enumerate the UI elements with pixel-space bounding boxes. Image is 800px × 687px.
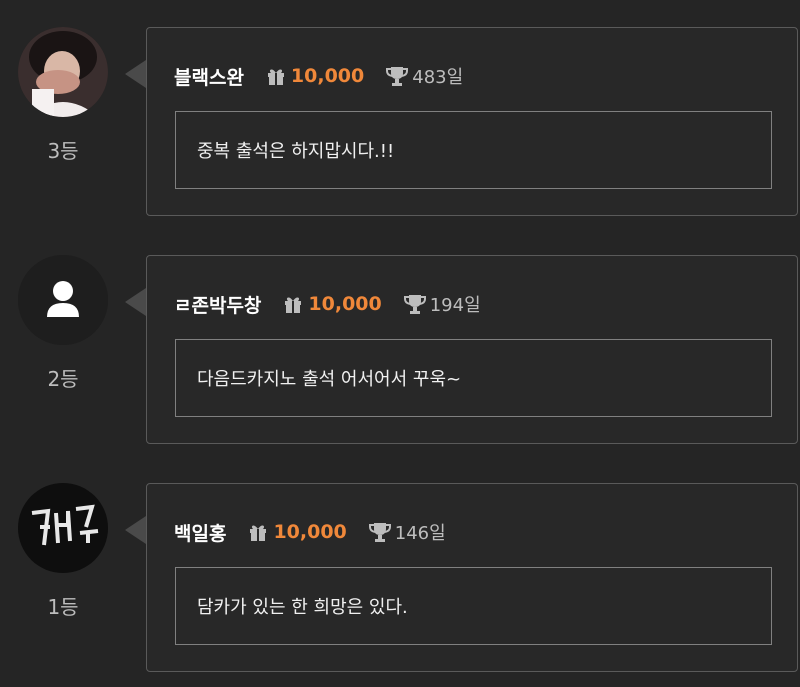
nickname[interactable]: 블랙스완: [174, 63, 244, 90]
nickname[interactable]: ㄹ존박두창: [174, 291, 261, 318]
attendance-entry: 3등 블랙스완 10,000 483일 중복 출석은 하지맙시다.!!: [0, 27, 800, 219]
message-box: 다음드카지노 출석 어서어서 꾸욱~: [175, 339, 772, 417]
entry-meta: 블랙스완 10,000 483일: [174, 62, 463, 90]
avatar-photo: [18, 27, 108, 117]
rank-label: 1등: [47, 595, 79, 619]
attendance-entry: 1등 백일홍 10,000 146일 담카가 있는 한 희망은 있다.: [0, 483, 800, 675]
trophy-icon: [386, 67, 409, 86]
message-text: 다음드카지노 출석 어서어서 꾸욱~: [197, 369, 462, 390]
attendance-card: 백일홍 10,000 146일 담카가 있는 한 희망은 있다.: [146, 483, 798, 672]
user-silhouette-icon: [18, 255, 108, 345]
avatar[interactable]: [18, 483, 108, 573]
gift-icon: [250, 525, 267, 541]
card-pointer: [125, 288, 146, 316]
points-value: 10,000: [308, 293, 382, 315]
trophy-icon: [403, 295, 426, 314]
rank-label: 2등: [47, 367, 79, 391]
points-value: 10,000: [290, 65, 365, 87]
entry-meta: 백일홍 10,000 146일: [174, 518, 446, 546]
points-value: 10,000: [273, 521, 347, 543]
attendance-days: 146일: [394, 523, 446, 544]
message-text: 담카가 있는 한 희망은 있다.: [197, 597, 408, 618]
rank-label: 3등: [47, 139, 79, 163]
avatar-photo: [18, 483, 108, 573]
attendance-card: ㄹ존박두창 10,000 194일 다음드카지노 출석 어서어서 꾸욱~: [146, 255, 798, 444]
message-box: 중복 출석은 하지맙시다.!!: [175, 111, 772, 189]
attendance-days: 194일: [429, 295, 481, 316]
nickname[interactable]: 백일홍: [174, 519, 226, 546]
trophy-icon: [368, 523, 391, 542]
entry-meta: ㄹ존박두창 10,000 194일: [174, 290, 481, 318]
gift-icon: [267, 69, 284, 85]
attendance-card: 블랙스완 10,000 483일 중복 출석은 하지맙시다.!!: [146, 27, 798, 216]
attendance-entry: 2등 ㄹ존박두창 10,000 194일 다음드카지노 출석 어서어서 꾸욱~: [0, 255, 800, 447]
message-box: 담카가 있는 한 희망은 있다.: [175, 567, 772, 645]
avatar[interactable]: [18, 255, 108, 345]
message-text: 중복 출석은 하지맙시다.!!: [197, 141, 395, 162]
gift-icon: [285, 297, 302, 313]
attendance-days: 483일: [412, 67, 464, 88]
card-pointer: [125, 516, 146, 544]
avatar[interactable]: [18, 27, 108, 117]
card-pointer: [125, 60, 146, 88]
